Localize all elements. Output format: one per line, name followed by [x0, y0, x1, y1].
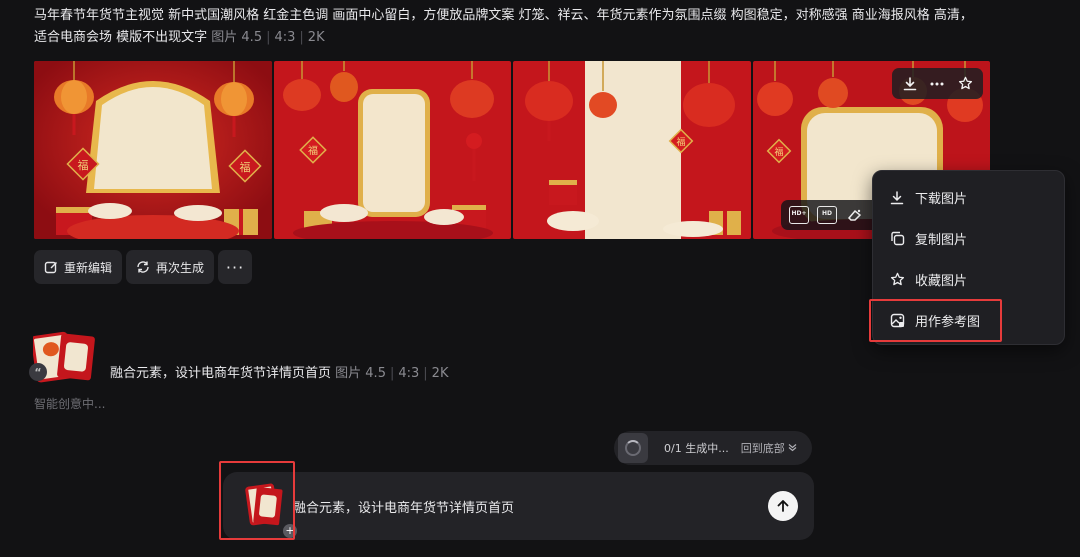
back-to-bottom-label: 回到底部 [740, 442, 785, 455]
refresh-icon [136, 260, 150, 274]
menu-item-download[interactable]: 下载图片 [873, 177, 1064, 218]
model-label: 图片 4.5 [335, 366, 386, 381]
fu-character: 福 [676, 136, 685, 148]
prompt-composer: + 融合元素，设计电商年货节详情页首页 [223, 472, 814, 540]
menu-item-label: 复制图片 [915, 233, 968, 248]
quote-icon: “ [29, 363, 47, 381]
more-actions-button[interactable]: ··· [218, 250, 253, 284]
image-reference-icon [889, 313, 905, 329]
eraser-icon[interactable] [845, 206, 865, 224]
send-button[interactable] [768, 491, 798, 521]
menu-item-favorite[interactable]: 收藏图片 [873, 259, 1064, 300]
reedit-button[interactable]: 重新编辑 [34, 250, 123, 284]
more-icon[interactable] [926, 73, 948, 95]
fu-character: 福 [774, 146, 783, 158]
image-actions: 重新编辑 再次生成 ··· [34, 250, 253, 284]
generated-image-3[interactable]: 福 [513, 61, 751, 239]
ratio-label: 4:3 [398, 366, 420, 381]
ratio-label: 4:3 [274, 30, 296, 45]
attached-reference-image[interactable]: + [241, 482, 297, 538]
edit-icon [44, 260, 58, 274]
menu-item-label: 用作参考图 [915, 315, 981, 330]
generated-image-1[interactable]: 福 福 [34, 61, 272, 239]
loading-spinner [618, 433, 648, 463]
download-icon[interactable] [899, 73, 921, 95]
prompt-meta: 图片 4.5 | 4:3 | 2K [335, 366, 449, 381]
copy-icon [889, 231, 905, 247]
upscale-hd-button[interactable]: HD [817, 206, 837, 224]
fu-character: 福 [240, 160, 251, 174]
image-hover-tools: HD+ HD [781, 200, 881, 230]
resolution-label: 2K [431, 366, 449, 381]
star-icon [889, 272, 905, 288]
menu-item-label: 下载图片 [915, 192, 968, 207]
prompt-input[interactable]: 融合元素，设计电商年货节详情页首页 [293, 497, 514, 516]
menu-item-copy[interactable]: 复制图片 [873, 218, 1064, 259]
prompt-text-2: 融合元素，设计电商年货节详情页首页 图片 4.5 | 4:3 | 2K [110, 362, 448, 381]
progress-label: 生成中... [685, 442, 729, 455]
generated-image-2[interactable]: 福 [273, 61, 511, 239]
double-chevron-down-icon [788, 444, 797, 452]
prompt-meta: 图片 4.5 | 4:3 | 2K [211, 30, 325, 45]
menu-item-use-as-reference[interactable]: 用作参考图 [873, 300, 1064, 341]
regenerate-button[interactable]: 再次生成 [126, 250, 215, 284]
generation-progress-pill: 0/1 生成中... 回到底部 [614, 431, 812, 465]
reedit-label: 重新编辑 [64, 260, 113, 275]
upscale-hd-plus-button[interactable]: HD+ [789, 206, 809, 224]
context-menu: 下载图片 复制图片 收藏图片 用作参考图 [872, 170, 1065, 345]
star-icon[interactable] [954, 73, 976, 95]
regenerate-label: 再次生成 [156, 260, 205, 275]
add-image-button[interactable]: + [283, 524, 297, 538]
progress-count: 0/1 [664, 441, 682, 455]
prompt-body: 融合元素，设计电商年货节详情页首页 [110, 366, 332, 381]
prompt-body: 马年春节年货节主视觉 新中式国潮风格 红金主色调 画面中心留白，方便放品牌文案 … [34, 8, 973, 45]
prompt-text: 马年春节年货节主视觉 新中式国潮风格 红金主色调 画面中心留白，方便放品牌文案 … [34, 5, 974, 49]
arrow-up-icon [777, 500, 789, 512]
model-label: 图片 4.5 [211, 30, 263, 45]
back-to-bottom-button[interactable]: 回到底部 [741, 440, 798, 456]
fu-character: 福 [308, 144, 318, 157]
generation-status-text: 智能创意中... [34, 397, 106, 411]
menu-item-label: 收藏图片 [915, 274, 968, 289]
download-icon [889, 190, 905, 206]
image-toolbar [892, 68, 983, 99]
resolution-label: 2K [307, 30, 325, 45]
fu-character: 福 [78, 158, 89, 172]
